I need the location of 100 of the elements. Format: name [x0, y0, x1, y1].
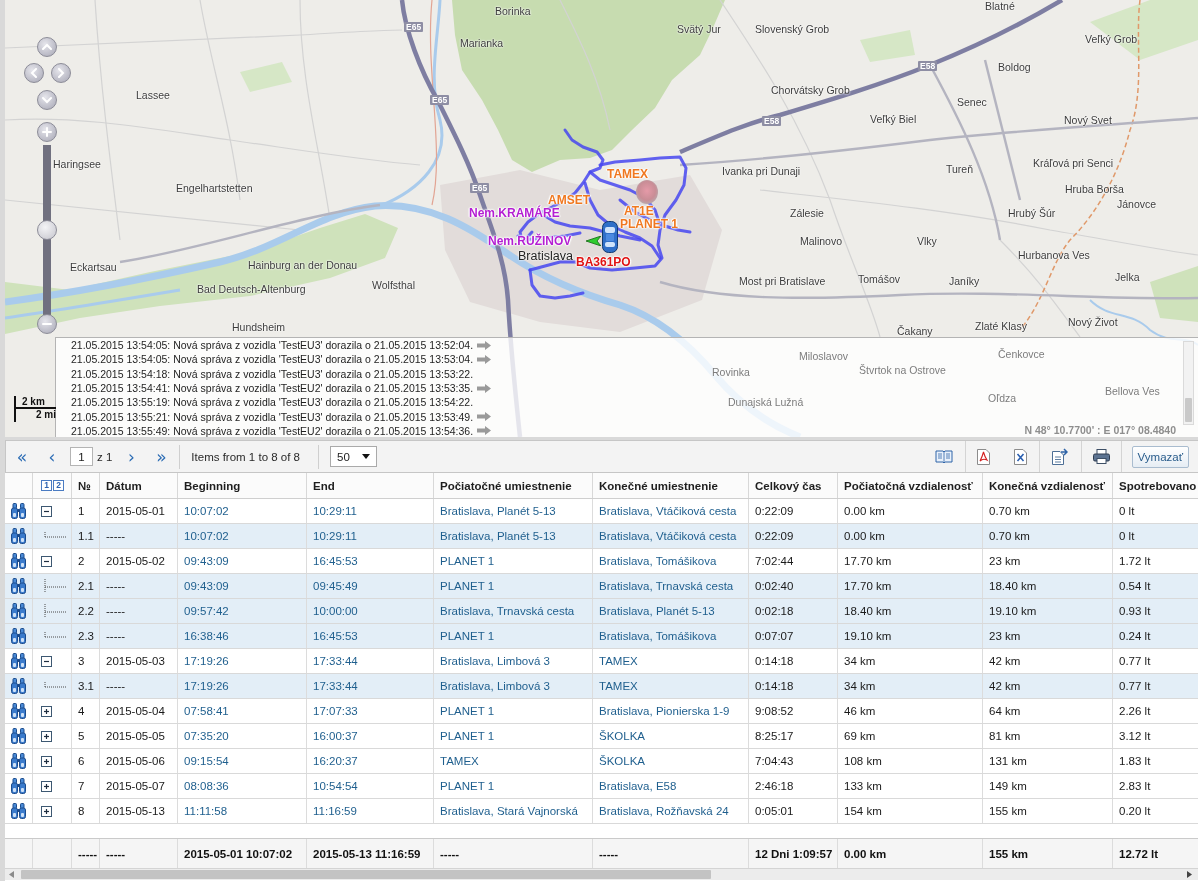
column-header[interactable]: Spotrebovano — [1113, 473, 1198, 498]
log-message: 21.05.2015 13:55:19: Nová správa z vozidla 'TestEU3' dorazila o 21.05.2015 13:54:22. — [71, 396, 474, 409]
column-header[interactable]: Celkový čas — [749, 473, 838, 498]
place-label: Borinka — [495, 5, 531, 18]
pdf-icon[interactable] — [977, 448, 991, 465]
poi-label[interactable]: Nem.RUŽINOV — [488, 235, 572, 247]
table-cell: 10:54:54 — [307, 774, 434, 798]
last-page-button[interactable]: » — [146, 444, 177, 469]
table-cell: 0:07:07 — [749, 624, 838, 648]
log-message: 21.05.2015 13:55:21: Nová správa z vozidla 'TestEU3' dorazila o 21.05.2015 13:53:49. — [71, 410, 474, 423]
binoculars-icon[interactable] — [11, 653, 26, 669]
table-cell: 133 km — [838, 774, 983, 798]
binoculars-icon[interactable] — [11, 728, 26, 744]
first-page-button[interactable]: « — [7, 444, 37, 469]
binoculars-icon[interactable] — [11, 528, 26, 544]
spreadsheet-icon[interactable] — [1013, 448, 1027, 465]
poi-label[interactable]: BA361PO — [576, 256, 631, 268]
column-header[interactable]: Beginning — [178, 473, 307, 498]
clear-button[interactable]: Vymazať — [1131, 445, 1189, 468]
binoculars-icon[interactable] — [11, 803, 26, 819]
binoculars-icon[interactable] — [11, 553, 26, 569]
place-label: Nový Svet — [1064, 114, 1112, 127]
table-cell: 2.1 — [72, 574, 100, 598]
binoculars-icon[interactable] — [11, 778, 26, 794]
page-count: z 1 — [97, 450, 113, 463]
expand-icon[interactable] — [41, 805, 52, 817]
table-cell: PLANET 1 — [434, 624, 593, 648]
previous-page-button[interactable]: ‹ — [37, 444, 67, 469]
expand-icon[interactable] — [41, 755, 52, 767]
arrow-left-icon[interactable] — [9, 871, 14, 878]
page-size-select[interactable]: 50 — [330, 446, 377, 467]
place-label: Hundsheim — [232, 321, 286, 334]
table-cell: 2015-05-01 — [100, 499, 178, 523]
table-cell: PLANET 1 — [434, 549, 593, 573]
column-header[interactable]: Počiatočná vzdialenosť — [838, 473, 983, 498]
binoculars-icon[interactable] — [11, 603, 26, 619]
table-cell: 5 — [72, 724, 100, 748]
expand-icon[interactable] — [41, 780, 52, 792]
table-cell: 17.70 km — [838, 574, 983, 598]
level-button[interactable]: 2 — [53, 480, 64, 491]
binoculars-icon[interactable] — [11, 678, 26, 694]
column-header[interactable]: End — [307, 473, 434, 498]
scrollbar[interactable] — [1183, 341, 1194, 425]
table-cell: Bratislava, Limbová 3 — [434, 649, 593, 673]
column-header[interactable]: № — [72, 473, 100, 498]
table-cell: 07:58:41 — [178, 699, 307, 723]
arrow-right-icon[interactable] — [1187, 871, 1192, 878]
binoculars-icon[interactable] — [11, 628, 26, 644]
place-label: Senec — [957, 96, 987, 109]
table-cell: PLANET 1 — [434, 724, 593, 748]
table-cell: 0:14:18 — [749, 674, 838, 698]
tree-branch-icon — [44, 579, 66, 593]
print-icon[interactable] — [1092, 449, 1110, 464]
place-label: Engelhartstetten — [176, 182, 253, 195]
table-cell: Bratislava, E58 — [593, 774, 749, 798]
column-header[interactable]: Počiatočné umiestnenie — [434, 473, 593, 498]
place-label: Dunajská Lužná — [728, 396, 804, 409]
table-cell: 3 — [72, 649, 100, 673]
place-label: Zlaté Klasy — [975, 320, 1027, 333]
collapse-icon[interactable] — [41, 655, 52, 667]
level-button[interactable]: 1 — [41, 480, 52, 491]
scrollbar-thumb[interactable] — [1185, 398, 1192, 422]
expand-icon[interactable] — [41, 730, 52, 742]
chevron-left-icon — [29, 68, 39, 78]
table-cell: 11:11:58 — [178, 799, 307, 823]
column-header[interactable]: Konečná vzdialenosť — [983, 473, 1113, 498]
table-cell: 0:14:18 — [749, 649, 838, 673]
table-cell: 9:08:52 — [749, 699, 838, 723]
binoculars-icon[interactable] — [11, 703, 26, 719]
collapse-icon[interactable] — [41, 555, 52, 567]
column-header[interactable]: Dátum — [100, 473, 178, 498]
table-cell: 131 km — [983, 749, 1113, 773]
car-icon[interactable] — [602, 221, 618, 253]
scrollbar[interactable] — [5, 868, 1198, 880]
table-cell: 2015-05-07 — [100, 774, 178, 798]
place-label: Ivanka pri Dunaji — [722, 165, 801, 178]
table-cell: 6 — [72, 749, 100, 773]
column-header[interactable]: Konečné umiestnenie — [593, 473, 749, 498]
road-shield: E58 — [918, 61, 938, 71]
table-cell: ----- — [100, 599, 178, 623]
expand-icon[interactable] — [41, 705, 52, 717]
page-input[interactable]: 1 — [70, 447, 93, 466]
poi-marker-icon[interactable] — [636, 180, 658, 204]
table-cell: 108 km — [838, 749, 983, 773]
table-cell: 17:33:44 — [307, 674, 434, 698]
binoculars-icon[interactable] — [11, 503, 26, 519]
place-label: Hruba Borša — [1065, 183, 1124, 196]
table-cell: 08:08:36 — [178, 774, 307, 798]
book-icon[interactable] — [935, 450, 954, 463]
collapse-icon[interactable] — [41, 505, 52, 517]
scrollbar-thumb[interactable] — [21, 870, 711, 879]
table-cell: 19.10 km — [983, 599, 1113, 623]
place-label: Čenkovce — [998, 348, 1045, 361]
binoculars-icon[interactable] — [11, 753, 26, 769]
table-cell: 0.77 lt — [1113, 649, 1198, 673]
table-cell: 09:45:49 — [307, 574, 434, 598]
binoculars-icon[interactable] — [11, 578, 26, 594]
document-export-icon[interactable] — [1052, 448, 1069, 465]
next-page-button[interactable]: › — [116, 444, 147, 469]
table-cell: 42 km — [983, 649, 1113, 673]
